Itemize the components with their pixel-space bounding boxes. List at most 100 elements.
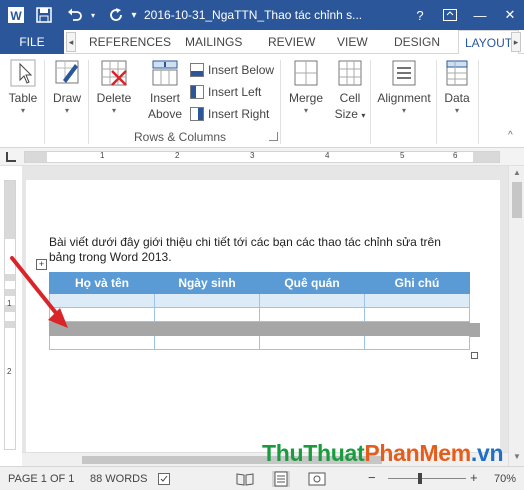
table-cell[interactable] [259, 293, 365, 308]
table-row [49, 293, 470, 308]
vruler-row-marker [5, 274, 15, 281]
table-cell[interactable] [154, 335, 260, 350]
tab-file[interactable]: FILE [0, 30, 64, 54]
document-table[interactable]: Họ và tên Ngày sinh Quê quán Ghi chú [49, 272, 470, 350]
data-button[interactable]: Data ▾ [440, 58, 474, 116]
word-count[interactable]: 88 WORDS [90, 473, 147, 485]
redo-icon[interactable] [106, 5, 126, 25]
scroll-thumb[interactable] [512, 182, 522, 218]
undo-dropdown-icon[interactable]: ▾ [88, 5, 98, 25]
collapse-ribbon-icon[interactable]: ^ [508, 130, 513, 141]
table-cell[interactable] [49, 335, 155, 350]
merge-button[interactable]: Merge ▾ [286, 58, 326, 116]
print-layout-icon[interactable] [272, 471, 290, 487]
scroll-up-icon[interactable]: ▲ [513, 168, 521, 177]
table-button[interactable]: Table ▾ [6, 58, 40, 116]
web-layout-icon[interactable] [308, 471, 326, 487]
table-cell[interactable] [364, 293, 470, 308]
group-label-rows-columns: Rows & Columns [134, 130, 227, 144]
table-header-cell[interactable]: Ngày sinh [154, 272, 260, 294]
rows-columns-launcher-icon[interactable] [269, 132, 278, 141]
draw-dropdown-icon: ▾ [64, 106, 69, 115]
table-cell[interactable] [49, 307, 155, 322]
table-header-cell[interactable]: Quê quán [259, 272, 365, 294]
customize-qat-icon[interactable]: ▾ [128, 5, 140, 25]
cell-size-label-1: Cell [339, 91, 361, 105]
insert-left-button[interactable]: Insert Left [190, 82, 261, 102]
ruler-number: 4 [325, 151, 330, 160]
table-header-cell[interactable]: Ghi chú [364, 272, 470, 294]
vruler-number: 1 [7, 299, 12, 308]
zoom-slider[interactable] [388, 478, 466, 479]
insert-below-label: Insert Below [208, 63, 275, 77]
scroll-down-icon[interactable]: ▼ [513, 452, 521, 461]
close-button[interactable]: ✕ [500, 5, 520, 25]
save-icon[interactable] [34, 5, 54, 25]
insert-above-icon [150, 58, 180, 88]
tab-design[interactable]: DESIGN [394, 30, 440, 54]
watermark-logo: ThuThuatPhanMem.vn [262, 440, 504, 467]
vertical-scrollbar[interactable]: ▲ ▼ [508, 166, 524, 466]
watermark-part-2: PhanMem [364, 440, 471, 466]
delete-button[interactable]: Delete ▾ [94, 58, 134, 116]
insert-above-button[interactable]: Insert Above [144, 58, 186, 122]
insert-above-label-1: Insert [149, 91, 180, 105]
tab-mailings[interactable]: MAILINGS [185, 30, 242, 54]
table-cell[interactable] [364, 321, 470, 336]
delete-table-icon [99, 58, 129, 88]
tab-scroll-right-icon[interactable]: ▸ [511, 32, 521, 52]
data-label: Data [444, 91, 470, 105]
table-header-cell[interactable]: Họ và tên [49, 272, 155, 294]
table-cell[interactable] [154, 321, 260, 336]
proofing-icon[interactable] [158, 473, 174, 488]
undo-icon[interactable] [64, 5, 86, 25]
table-resize-handle-icon[interactable] [471, 352, 478, 359]
zoom-out-button[interactable]: − [368, 470, 376, 485]
table-cell[interactable] [364, 307, 470, 322]
minimize-button[interactable]: — [470, 5, 490, 25]
vruler-top-margin [5, 181, 15, 239]
table-cell[interactable] [154, 293, 260, 308]
ribbon-display-options-icon[interactable] [440, 5, 460, 25]
tab-selector-icon[interactable] [6, 152, 16, 162]
horizontal-ruler[interactable]: 1 2 3 4 5 6 [24, 151, 500, 163]
zoom-in-button[interactable]: + [470, 470, 478, 485]
table-cell[interactable] [49, 293, 155, 308]
zoom-slider-thumb[interactable] [418, 473, 422, 484]
ribbon-separator [280, 60, 281, 144]
table-row [49, 335, 470, 350]
select-cursor-icon [9, 58, 37, 88]
horizontal-ruler-bar: 1 2 3 4 5 6 [0, 148, 524, 166]
body-paragraph[interactable]: Bài viết dưới đây giới thiệu chi tiết tớ… [49, 235, 469, 265]
ruler-number: 5 [400, 151, 405, 160]
alignment-button[interactable]: Alignment ▾ [374, 58, 434, 116]
table-cell[interactable] [259, 321, 365, 336]
page-count[interactable]: PAGE 1 OF 1 [8, 473, 74, 485]
vruler-row-marker [5, 321, 15, 328]
table-cell[interactable] [364, 335, 470, 350]
table-move-handle-icon[interactable]: + [36, 259, 47, 270]
tab-layout[interactable]: LAYOUT [458, 30, 520, 55]
draw-button[interactable]: Draw ▾ [50, 58, 84, 116]
merge-dropdown-icon: ▾ [303, 106, 308, 115]
ruler-margin-left [25, 152, 47, 162]
table-cell[interactable] [154, 307, 260, 322]
cell-size-button[interactable]: Cell Size ▾ [332, 58, 368, 124]
table-cell[interactable] [259, 335, 365, 350]
tab-view[interactable]: VIEW [337, 30, 368, 54]
insert-below-button[interactable]: Insert Below [190, 60, 274, 80]
ribbon: Table ▾ Draw ▾ Delete ▾ Insert Above Ins… [0, 54, 524, 148]
table-cell[interactable] [259, 307, 365, 322]
table-cell[interactable] [49, 321, 155, 336]
delete-label: Delete [96, 91, 132, 105]
read-mode-icon[interactable] [236, 471, 254, 487]
zoom-level[interactable]: 70% [494, 473, 516, 485]
insert-right-button[interactable]: Insert Right [190, 104, 269, 124]
vertical-ruler[interactable]: 1 2 [4, 180, 16, 450]
tab-references[interactable]: REFERENCES [89, 30, 171, 54]
tab-review[interactable]: REVIEW [268, 30, 315, 54]
ribbon-separator [436, 60, 437, 144]
tab-scroll-left-icon[interactable]: ◂ [66, 32, 76, 52]
insert-right-icon [190, 107, 204, 121]
help-button[interactable]: ? [410, 5, 430, 25]
